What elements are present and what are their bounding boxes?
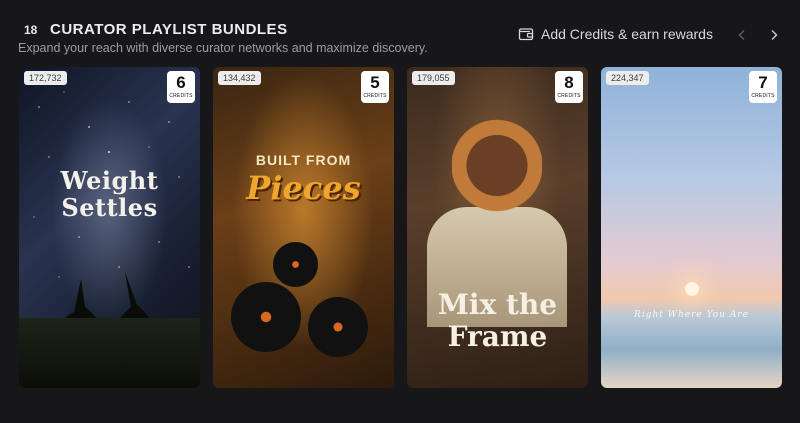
card-artwork bbox=[19, 67, 200, 388]
credits-count: 5 bbox=[370, 73, 380, 92]
credits-badge: 5 CREDITS bbox=[361, 71, 389, 103]
artwork-title: Right Where You Are bbox=[634, 310, 749, 320]
section-header: 18 CURATOR PLAYLIST BUNDLES Expand your … bbox=[0, 0, 800, 62]
reach-badge: 179,055 bbox=[412, 71, 455, 85]
add-credits-label: Add Credits & earn rewards bbox=[541, 26, 713, 42]
artwork-title-line2: Frame bbox=[447, 320, 548, 353]
artwork-title-line1: Weight bbox=[60, 166, 159, 195]
bundle-card[interactable]: BUILT FROM Pieces 134,432 5 CREDITS bbox=[213, 67, 394, 388]
reach-badge: 224,347 bbox=[606, 71, 649, 85]
credits-label: CREDITS bbox=[363, 93, 387, 99]
add-credits-button[interactable]: Add Credits & earn rewards bbox=[518, 26, 713, 42]
credits-badge: 8 CREDITS bbox=[555, 71, 583, 103]
artwork-title-line1: BUILT FROM bbox=[255, 152, 352, 168]
card-artwork bbox=[213, 67, 394, 388]
next-button[interactable] bbox=[766, 26, 782, 44]
credits-label: CREDITS bbox=[557, 93, 581, 99]
credits-badge: 6 CREDITS bbox=[167, 71, 195, 103]
credits-count: 6 bbox=[176, 73, 186, 92]
chevron-left-icon bbox=[738, 30, 745, 40]
section-subtitle: Expand your reach with diverse curator n… bbox=[18, 41, 428, 55]
artwork-title: Mix the Frame bbox=[407, 289, 588, 353]
card-artwork bbox=[601, 67, 782, 388]
credits-label: CREDITS bbox=[751, 93, 775, 99]
bundle-card[interactable]: Weight Settles 172,732 6 CREDITS bbox=[19, 67, 200, 388]
credits-count: 7 bbox=[758, 73, 768, 92]
artwork-title-line2: Settles bbox=[61, 193, 158, 222]
chevron-right-icon bbox=[771, 30, 778, 40]
bundle-card[interactable]: Mix the Frame 179,055 8 CREDITS bbox=[407, 67, 588, 388]
section-title: CURATOR PLAYLIST BUNDLES bbox=[50, 21, 288, 38]
reach-badge: 134,432 bbox=[218, 71, 261, 85]
wallet-icon bbox=[518, 28, 534, 41]
credits-badge: 7 CREDITS bbox=[749, 71, 777, 103]
artwork-title-line1: Mix the bbox=[437, 288, 558, 321]
artwork-title: Weight Settles bbox=[19, 167, 200, 221]
credits-label: CREDITS bbox=[169, 93, 193, 99]
prev-button[interactable] bbox=[734, 26, 750, 44]
bundle-card[interactable]: Right Where You Are 224,347 7 CREDITS bbox=[601, 67, 782, 388]
artwork-title-line2: Pieces bbox=[246, 169, 361, 207]
bundle-count: 18 bbox=[24, 23, 38, 37]
reach-badge: 172,732 bbox=[24, 71, 67, 85]
credits-count: 8 bbox=[564, 73, 574, 92]
